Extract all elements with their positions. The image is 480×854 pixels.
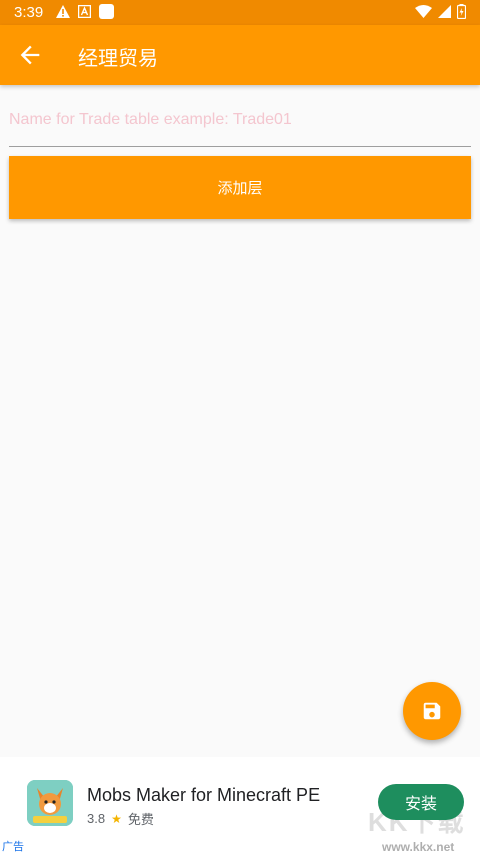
add-layer-button[interactable]: 添加层 xyxy=(9,156,471,219)
watermark-url: www.kkx.net xyxy=(382,840,455,854)
star-icon: ★ xyxy=(111,811,122,826)
signal-icon xyxy=(438,5,451,18)
ad-label: 广告 xyxy=(2,841,24,853)
page-title: 经理贸易 xyxy=(78,48,158,70)
fox-icon xyxy=(27,780,73,826)
battery-icon xyxy=(457,4,466,19)
warning-icon xyxy=(56,5,70,18)
ad-price: 免费 xyxy=(127,812,154,827)
app-bar: 经理贸易 xyxy=(0,25,480,85)
save-fab-button[interactable] xyxy=(403,682,461,740)
notification-icons xyxy=(56,4,114,19)
trade-name-input[interactable] xyxy=(9,100,471,140)
status-time: 3:39 xyxy=(14,4,44,21)
ad-app-icon[interactable] xyxy=(27,780,73,826)
save-icon xyxy=(423,702,441,720)
square-notification-icon xyxy=(99,4,114,19)
trade-name-field xyxy=(9,100,471,147)
app-notification-icon xyxy=(78,5,91,18)
ad-meta: 3.8 ★ 免费 xyxy=(87,809,154,828)
ad-banner[interactable]: Mobs Maker for Minecraft PE 3.8 ★ 免费 KK下… xyxy=(0,757,480,854)
install-button[interactable]: 安装 xyxy=(378,784,464,820)
ad-rating: 3.8 xyxy=(87,811,106,826)
status-bar: 3:39 xyxy=(0,0,480,25)
system-icons xyxy=(415,4,466,19)
ad-app-name[interactable]: Mobs Maker for Minecraft PE xyxy=(87,785,320,806)
wifi-icon xyxy=(415,5,432,18)
back-arrow-icon[interactable] xyxy=(16,41,44,69)
